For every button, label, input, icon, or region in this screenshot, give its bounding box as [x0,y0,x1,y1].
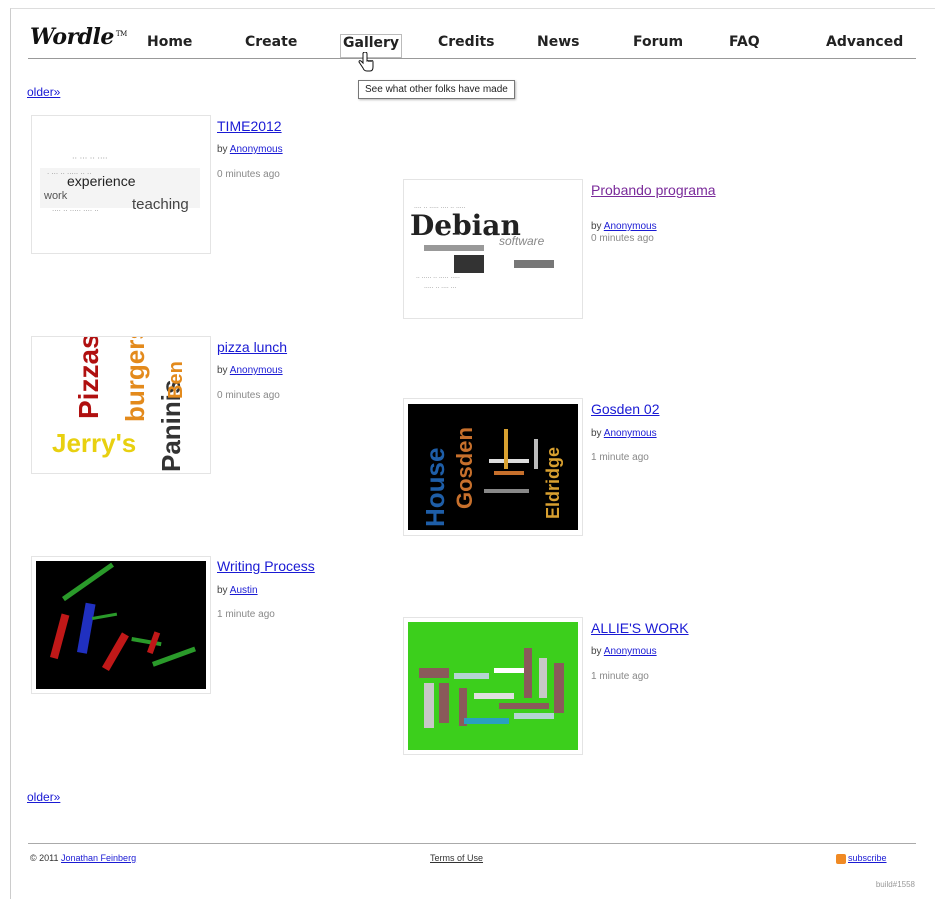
cloud-word: work [43,190,68,202]
nav-divider [28,58,916,59]
cloud-word: experience [67,173,136,189]
footer-divider [28,843,916,844]
by-label: by [217,365,228,376]
entry-byline: by Anonymous [217,144,283,155]
word-cloud-image: · ··· ·· ····· ·· ·· ·· ··· ·· ···· ····… [40,154,200,215]
thumbnail-gosden-02[interactable]: House Gosden Eldridge [403,398,583,536]
author-link[interactable]: Austin [230,585,258,596]
nav-news[interactable]: News [537,34,579,56]
cloud-word: Eldridge [543,447,563,519]
entry-time: 1 minute ago [591,671,649,682]
entry-title[interactable]: Gosden 02 [591,401,660,417]
entry-time: 0 minutes ago [591,233,654,244]
cloud-word: software [499,234,545,248]
word-cloud-image [408,622,578,750]
gallery-tooltip: See what other folks have made [358,80,515,99]
entry-time: 1 minute ago [591,452,649,463]
entry-title[interactable]: TIME2012 [217,118,282,134]
rss-icon [836,853,846,864]
cloud-word: Pizzas [73,337,104,419]
author-link[interactable]: Anonymous [604,646,657,657]
nav-faq[interactable]: FAQ [729,34,760,56]
nav-home[interactable]: Home [147,34,192,56]
by-label: by [591,646,602,657]
nav-advanced[interactable]: Advanced [826,34,903,56]
entry-byline: by Anonymous [591,221,657,232]
cloud-word: teaching [132,196,189,213]
footer-copyright: © 2011 Jonathan Feinberg [30,853,136,863]
thumbnail-pizza-lunch[interactable]: Pizzas burgers Paninis Ben Jerry's [31,336,211,474]
author-link[interactable]: Anonymous [604,221,657,232]
thumbnail-probando-programa[interactable]: ···· ·· ····· ···· ·· ····· ·· ····· ·· … [403,179,583,319]
svg-text:·· ····· ·· ····· ·····: ·· ····· ·· ····· ····· [416,275,460,282]
subscribe-label[interactable]: subscribe [848,853,887,863]
cloud-word: Gosden [452,427,477,509]
nav-credits[interactable]: Credits [438,34,495,56]
cloud-word: House [420,448,450,527]
entry-title[interactable]: pizza lunch [217,339,287,355]
word-cloud-image: Pizzas burgers Paninis Ben Jerry's [52,337,187,472]
entry-title[interactable]: Probando programa [591,182,716,198]
author-home-link[interactable]: Jonathan Feinberg [61,853,136,863]
entry-title[interactable]: ALLIE'S WORK [591,620,689,636]
thumbnail-time2012[interactable]: · ··· ·· ····· ·· ·· ·· ··· ·· ···· ····… [31,115,211,254]
copyright-text: © 2011 [30,853,59,863]
by-label: by [591,221,602,232]
wordle-logo[interactable]: Wordle TM [30,24,127,50]
entry-byline: by Anonymous [591,646,657,657]
cloud-word: burgers [120,337,150,422]
older-link-top[interactable]: older» [27,85,60,99]
terms-of-use-link[interactable]: Terms of Use [430,853,483,863]
older-link-bottom[interactable]: older» [27,790,60,804]
svg-text:·· ··· ·· ····: ·· ··· ·· ···· [72,154,108,163]
entry-byline: by Anonymous [591,428,657,439]
author-link[interactable]: Anonymous [604,428,657,439]
by-label: by [591,428,602,439]
author-link[interactable]: Anonymous [230,365,283,376]
build-number: build#1558 [875,880,915,889]
entry-byline: by Anonymous [217,365,283,376]
nav-create[interactable]: Create [245,34,297,56]
hand-cursor-icon [358,52,374,72]
entry-time: 0 minutes ago [217,390,280,401]
svg-text:····· ·· ···· ···: ····· ·· ···· ··· [424,285,457,292]
by-label: by [217,144,228,155]
cloud-word: Jerry's [52,428,136,458]
word-cloud-image [36,561,206,689]
entry-time: 1 minute ago [217,609,275,620]
thumbnail-allies-work[interactable] [403,617,583,755]
author-link[interactable]: Anonymous [230,144,283,155]
subscribe-link[interactable]: subscribe [836,853,887,864]
entry-time: 0 minutes ago [217,169,280,180]
by-label: by [217,585,228,596]
entry-title[interactable]: Writing Process [217,558,315,574]
nav-forum[interactable]: Forum [633,34,683,56]
word-cloud-image: House Gosden Eldridge [408,404,578,530]
word-cloud-image: ···· ·· ····· ···· ·· ····· ·· ····· ·· … [410,205,554,292]
entry-byline: by Austin [217,585,258,596]
thumbnail-writing-process[interactable] [31,556,211,694]
svg-text:···· ·· ····· ···· ··: ···· ·· ····· ···· ·· [52,207,99,215]
cloud-word: Ben [165,361,187,399]
